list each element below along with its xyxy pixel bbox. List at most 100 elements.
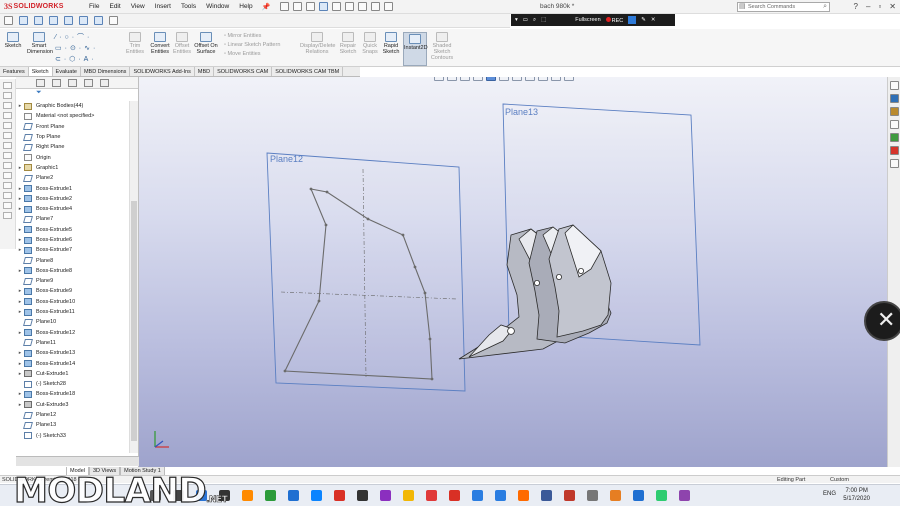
hide-show-items-icon[interactable] xyxy=(525,77,535,81)
previous-view-icon[interactable] xyxy=(460,77,470,81)
tree-node-boss-extrude8[interactable]: ▸ Boss-Extrude8 xyxy=(16,266,129,276)
dimxpert-tab-icon[interactable] xyxy=(84,78,93,87)
app-icon[interactable] xyxy=(357,490,368,501)
section-view-icon[interactable] xyxy=(473,77,483,81)
minimize-icon[interactable]: – xyxy=(866,2,870,11)
tree-node-boss-extrude6[interactable]: ▸ Boss-Extrude6 xyxy=(16,235,129,245)
left-tool-icon[interactable] xyxy=(3,132,12,139)
tab-solidworks-cam-tbm[interactable]: SOLIDWORKS CAM TBM xyxy=(272,67,344,76)
design-library-icon[interactable] xyxy=(890,94,899,103)
app-icon[interactable] xyxy=(311,490,322,501)
shaded-sketch-contours-button[interactable]: Shaded Sketch Contours xyxy=(430,32,454,61)
open-folder-icon[interactable] xyxy=(306,2,316,11)
assembly-icon[interactable] xyxy=(34,16,43,25)
left-tool-icon[interactable] xyxy=(3,92,12,99)
tree-node-plane7[interactable]: Plane7 xyxy=(16,214,129,224)
left-tool-icon[interactable] xyxy=(3,192,12,199)
feature-tree-scrollbar[interactable] xyxy=(129,101,138,453)
tab-evaluate[interactable]: Evaluate xyxy=(53,67,81,76)
sketch-tool-icon[interactable] xyxy=(4,16,13,25)
display-icon[interactable]: ▭ xyxy=(523,17,528,23)
solidworks-logo[interactable]: 3S SOLIDWORKS xyxy=(0,2,80,11)
expand-arrow-icon[interactable]: ▸ xyxy=(16,196,24,202)
expand-arrow-icon[interactable]: ▸ xyxy=(16,206,24,212)
convert-entities-button[interactable]: Convert Entities xyxy=(148,32,172,55)
expand-arrow-icon[interactable]: ▸ xyxy=(16,350,24,356)
tree-node-boss-extrude13[interactable]: ▸ Boss-Extrude13 xyxy=(16,348,129,358)
tab-mbd-dimensions[interactable]: MBD Dimensions xyxy=(81,67,131,76)
app-icon[interactable] xyxy=(564,490,575,501)
expand-arrow-icon[interactable]: ▸ xyxy=(16,361,24,367)
status-units[interactable]: Custom xyxy=(830,477,849,483)
app-icon[interactable] xyxy=(449,490,460,501)
menu-window[interactable]: Window xyxy=(201,3,234,10)
undo-icon[interactable] xyxy=(345,2,355,11)
tree-node-graphic1[interactable]: ▸ Graphic1 xyxy=(16,163,129,173)
appearances-icon[interactable] xyxy=(890,133,899,142)
app-icon[interactable] xyxy=(679,490,690,501)
property-manager-tab-icon[interactable] xyxy=(52,78,61,87)
expand-arrow-icon[interactable]: ▸ xyxy=(16,186,24,192)
left-tool-icon[interactable] xyxy=(3,102,12,109)
left-tool-icon[interactable] xyxy=(3,182,12,189)
repair-sketch-button[interactable]: Repair Sketch xyxy=(338,32,358,55)
new-document-icon[interactable] xyxy=(293,2,303,11)
tree-node-plane12[interactable]: Plane12 xyxy=(16,410,129,420)
tree-node-cut-extrude1[interactable]: ▸ Cut-Extrude1 xyxy=(16,369,129,379)
chrome-icon[interactable] xyxy=(265,490,276,501)
close-icon[interactable]: ✕ xyxy=(651,17,656,23)
line-tool-row[interactable]: ⁄·○·⌒· xyxy=(55,32,117,43)
expand-arrow-icon[interactable]: ▸ xyxy=(16,371,24,377)
crop-icon[interactable]: ⬚ xyxy=(541,17,546,23)
menu-view[interactable]: View xyxy=(126,3,150,10)
tab-features[interactable]: Features xyxy=(0,67,29,76)
close-icon[interactable]: ✕ xyxy=(889,2,896,11)
tab-sketch[interactable]: Sketch xyxy=(28,67,53,76)
pin-icon[interactable]: 📌 xyxy=(262,3,271,11)
tab-mbd[interactable]: MBD xyxy=(195,67,215,76)
expand-arrow-icon[interactable]: ▸ xyxy=(16,227,24,233)
tab-solidworks-cam[interactable]: SOLIDWORKS CAM xyxy=(214,67,273,76)
app-icon[interactable] xyxy=(656,490,667,501)
tree-node-boss-extrude4[interactable]: ▸ Boss-Extrude4 xyxy=(16,204,129,214)
app-icon[interactable] xyxy=(472,490,483,501)
scroll-thumb[interactable] xyxy=(131,201,137,441)
record-button[interactable]: REC xyxy=(605,16,623,24)
app-icon[interactable] xyxy=(610,490,621,501)
appearance-tab-icon[interactable] xyxy=(100,78,109,87)
tree-node-boss-extrude11[interactable]: ▸ Boss-Extrude11 xyxy=(16,307,129,317)
box-icon[interactable] xyxy=(79,16,88,25)
youtube-icon[interactable] xyxy=(334,490,345,501)
search-icon[interactable]: ⌕ xyxy=(823,3,827,11)
options-gear-icon[interactable] xyxy=(384,2,394,11)
app-icon[interactable] xyxy=(426,490,437,501)
part-icon[interactable] xyxy=(19,16,28,25)
tree-node-plane11[interactable]: Plane11 xyxy=(16,338,129,348)
left-tool-icon[interactable] xyxy=(3,212,12,219)
explorer-icon[interactable] xyxy=(403,490,414,501)
linear-sketch-pattern[interactable]: Linear Sketch Pattern xyxy=(224,41,280,50)
solidworks-resources-icon[interactable] xyxy=(890,81,899,90)
quick-snaps-button[interactable]: Quick Snaps xyxy=(361,32,379,55)
expand-arrow-icon[interactable]: ▸ xyxy=(16,330,24,336)
vlc-icon[interactable] xyxy=(242,490,253,501)
left-tool-icon[interactable] xyxy=(3,202,12,209)
plane12-outline[interactable] xyxy=(266,152,466,392)
search-commands-box[interactable]: ▤ Search Commands ⌕ xyxy=(737,2,830,12)
tree-node-plane9[interactable]: Plane9 xyxy=(16,276,129,286)
menu-file[interactable]: File xyxy=(84,3,104,10)
select-arrow-icon[interactable] xyxy=(358,2,368,11)
tree-node-right-plane[interactable]: Right Plane xyxy=(16,142,129,152)
expand-arrow-icon[interactable]: ▸ xyxy=(16,268,24,274)
tab-solidworks-add-ins[interactable]: SOLIDWORKS Add-Ins xyxy=(130,67,195,76)
expand-arrow-icon[interactable]: ▸ xyxy=(16,402,24,408)
print-icon[interactable] xyxy=(332,2,342,11)
tree-node-cut-extrude3[interactable]: ▸ Cut-Extrude3 xyxy=(16,400,129,410)
expand-arrow-icon[interactable]: ▸ xyxy=(16,309,24,315)
tree-node-material-not-specified[interactable]: Material <not specified> xyxy=(16,111,129,121)
view-settings-icon[interactable] xyxy=(564,77,574,81)
expand-arrow-icon[interactable]: ▸ xyxy=(16,299,24,305)
model-scene[interactable]: Plane12 Plane13 xyxy=(139,77,887,467)
rapid-sketch-button[interactable]: Rapid Sketch xyxy=(382,32,400,55)
left-tool-icon[interactable] xyxy=(3,142,12,149)
